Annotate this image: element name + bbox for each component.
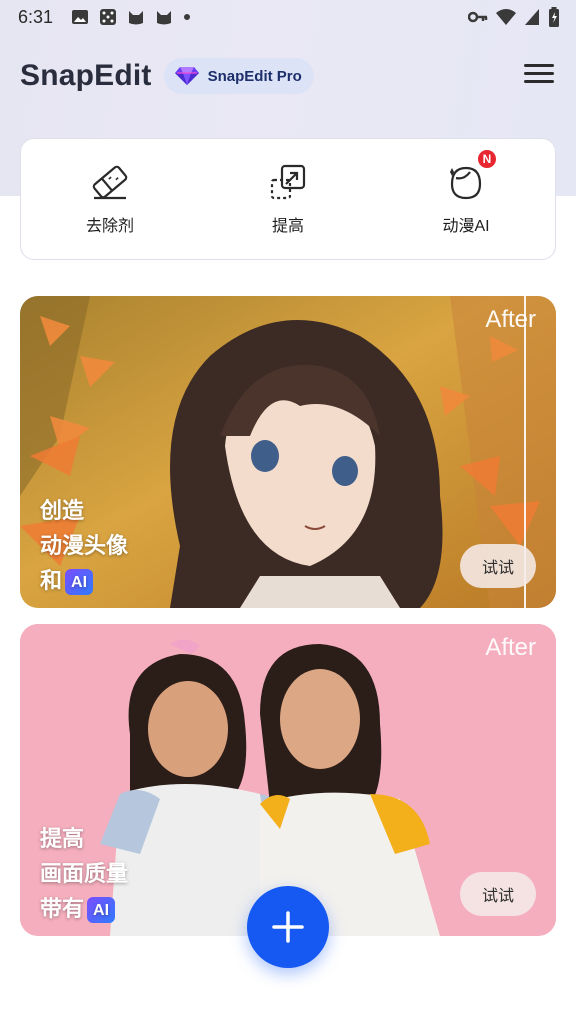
try-button[interactable]: 试试: [460, 544, 536, 588]
signal-icon: [525, 9, 539, 25]
anime-avatar-card[interactable]: After 创造 动漫头像 和 AI 试试: [20, 296, 556, 608]
app-title: SnapEdit: [20, 59, 152, 92]
upscale-icon: [268, 162, 308, 202]
caption-line: 画面质量: [40, 861, 129, 886]
app-screen: 6:31 SnapEdit SnapEdit Pro 去除剂 提高 N 动漫AI…: [0, 0, 576, 1024]
wifi-icon: [496, 9, 516, 25]
ai-badge-icon: AI: [65, 569, 94, 596]
try-button[interactable]: 试试: [460, 872, 536, 916]
caption-line: 创造: [40, 498, 85, 523]
card-caption: 创造 动漫头像 和 AI: [40, 495, 128, 596]
diamond-icon: [174, 67, 199, 85]
hamburger-line: [524, 80, 554, 83]
tools-card: 去除剂 提高 N 动漫AI: [20, 138, 556, 260]
after-label: After: [485, 634, 536, 661]
more-notifications-dot-icon: [184, 14, 191, 20]
tool-label: 去除剂: [85, 218, 134, 235]
caption-line: 提高: [40, 826, 85, 851]
battery-icon: [549, 7, 559, 27]
notification-icons: [71, 8, 191, 26]
new-badge: N: [476, 148, 498, 170]
cat-notification-icon: [157, 11, 172, 25]
tool-anime-ai[interactable]: N 动漫AI: [406, 148, 526, 236]
status-bar: 6:31: [0, 0, 576, 34]
gallery-notification-icon: [72, 10, 89, 24]
caption-text: 带有: [40, 896, 85, 921]
after-label: After: [485, 306, 536, 333]
tool-label: 提高: [271, 218, 304, 235]
status-time: 6:31: [18, 6, 54, 27]
ai-badge-icon: AI: [87, 897, 116, 924]
vpn-key-icon: [468, 11, 488, 23]
plus-icon: [272, 911, 304, 943]
eraser-icon: [90, 162, 130, 202]
cat-notification-icon: [129, 11, 144, 25]
menu-button[interactable]: [522, 58, 556, 92]
hamburger-line: [524, 72, 554, 75]
caption-line: 和 AI: [40, 565, 128, 596]
card-caption: 提高 画面质量 带有 AI: [40, 823, 128, 924]
tool-remover[interactable]: 去除剂: [50, 162, 170, 236]
dice-notification-icon: [100, 9, 117, 25]
pro-label: SnapEdit Pro: [207, 67, 302, 85]
caption-line: 动漫头像: [40, 533, 129, 558]
pro-upgrade-button[interactable]: SnapEdit Pro: [163, 58, 314, 94]
anime-face-icon: N: [446, 148, 498, 202]
system-icons: [468, 7, 560, 27]
app-header: SnapEdit SnapEdit Pro: [20, 54, 556, 98]
caption-line: 带有 AI: [40, 893, 128, 924]
add-button[interactable]: [247, 886, 329, 968]
caption-text: 和: [40, 568, 63, 593]
tool-upscale[interactable]: 提高: [228, 162, 348, 236]
tool-label: 动漫AI: [442, 218, 490, 235]
hamburger-line: [524, 64, 554, 67]
